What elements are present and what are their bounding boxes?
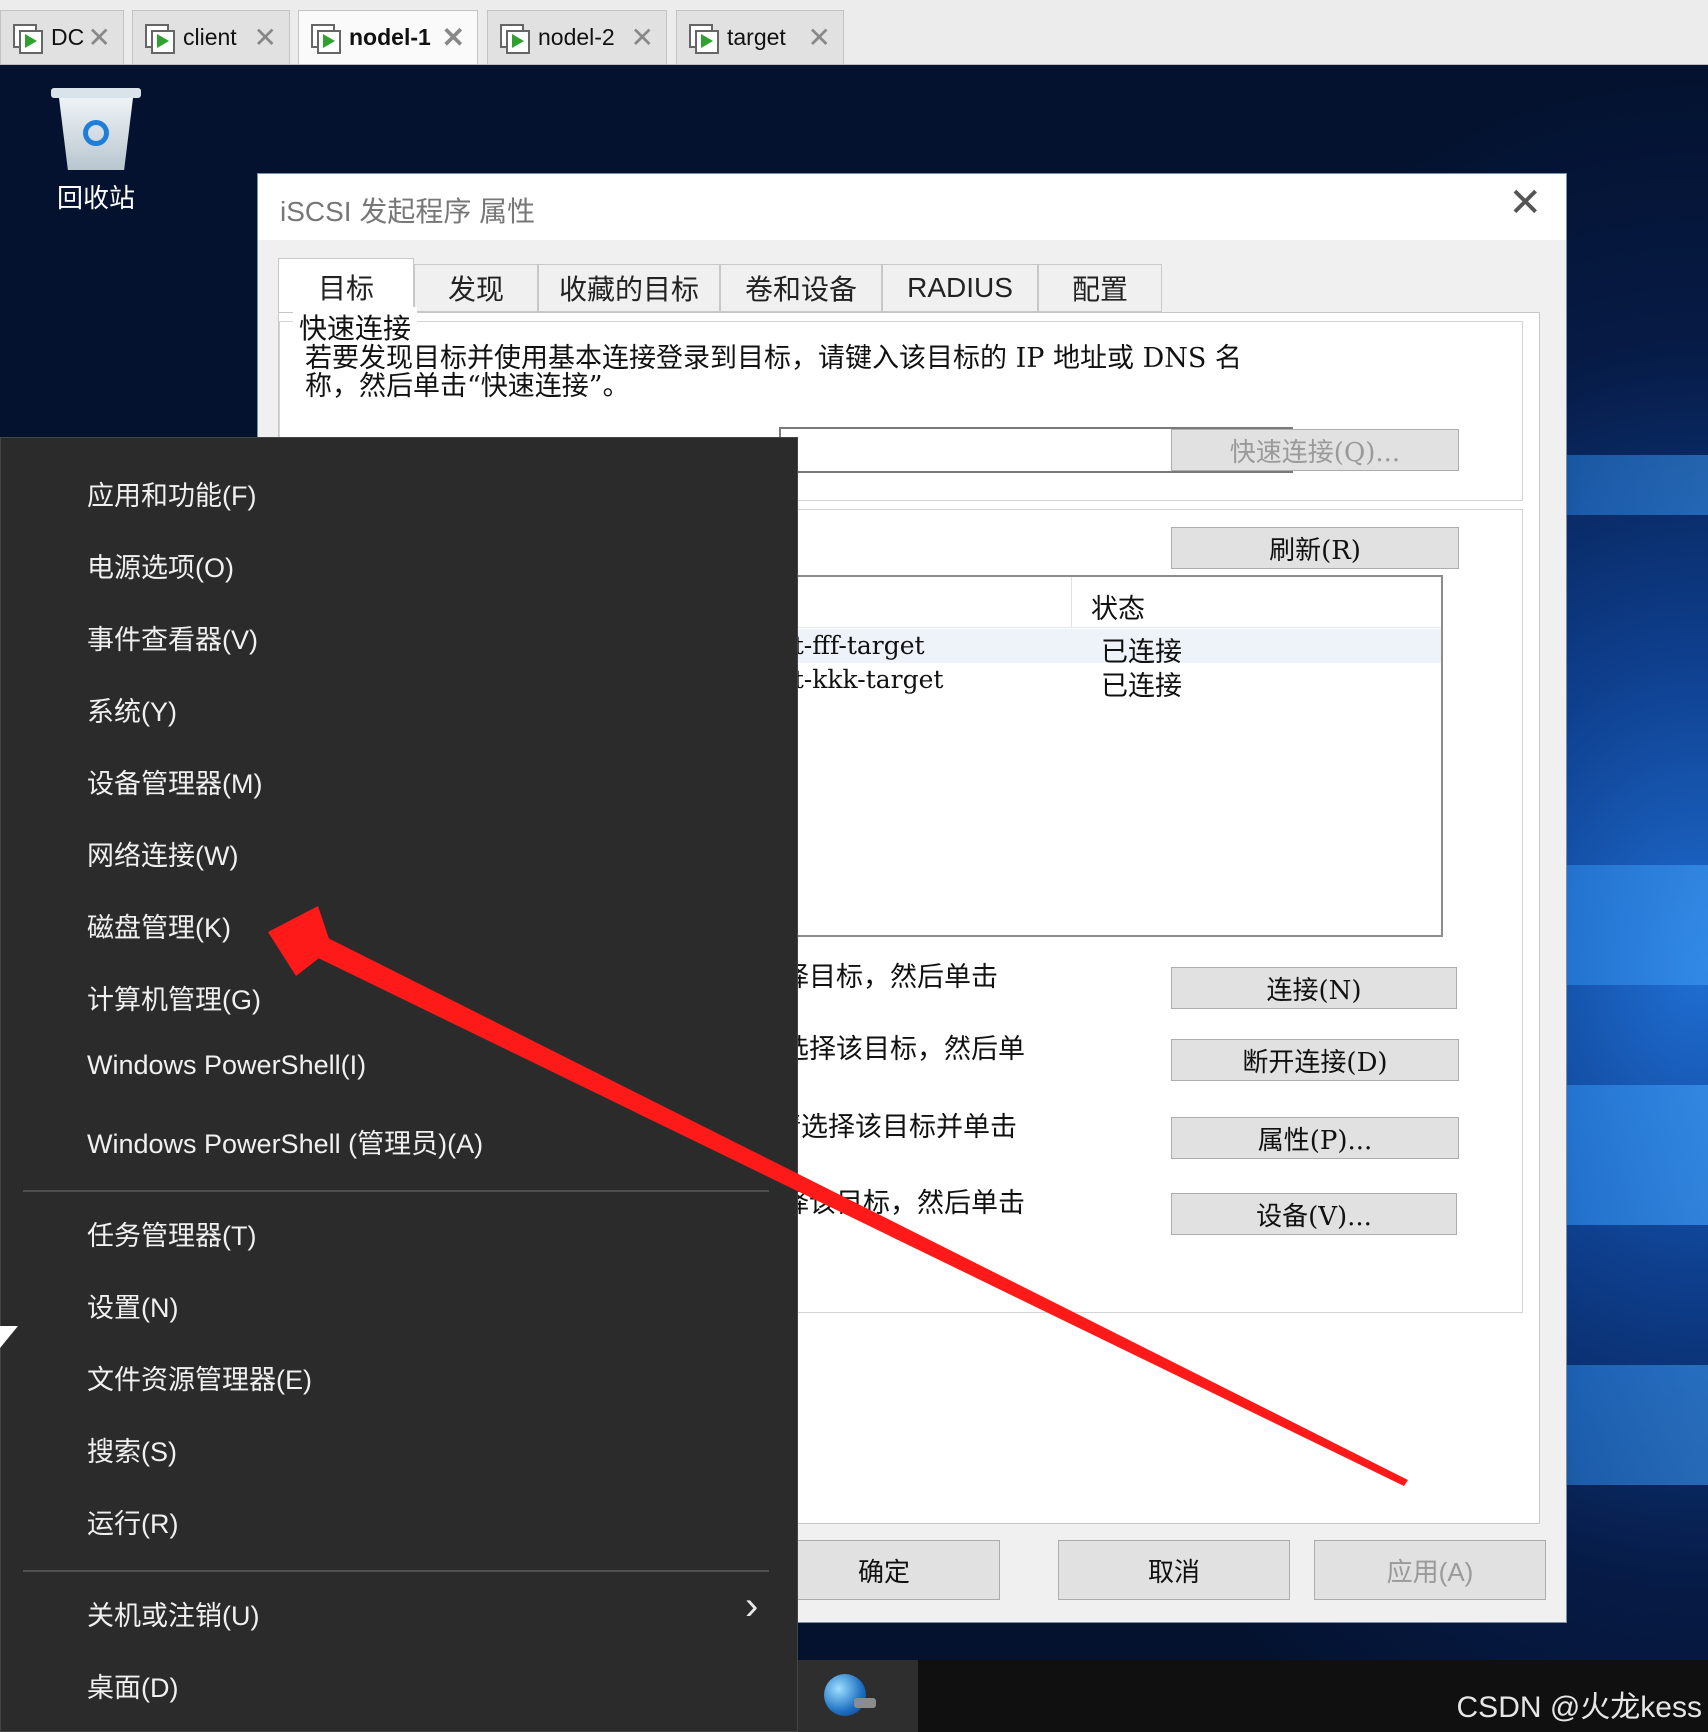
arrow-head bbox=[268, 906, 332, 976]
annotation-arrow bbox=[268, 906, 1408, 1486]
arrow-shaft bbox=[312, 935, 1408, 1486]
